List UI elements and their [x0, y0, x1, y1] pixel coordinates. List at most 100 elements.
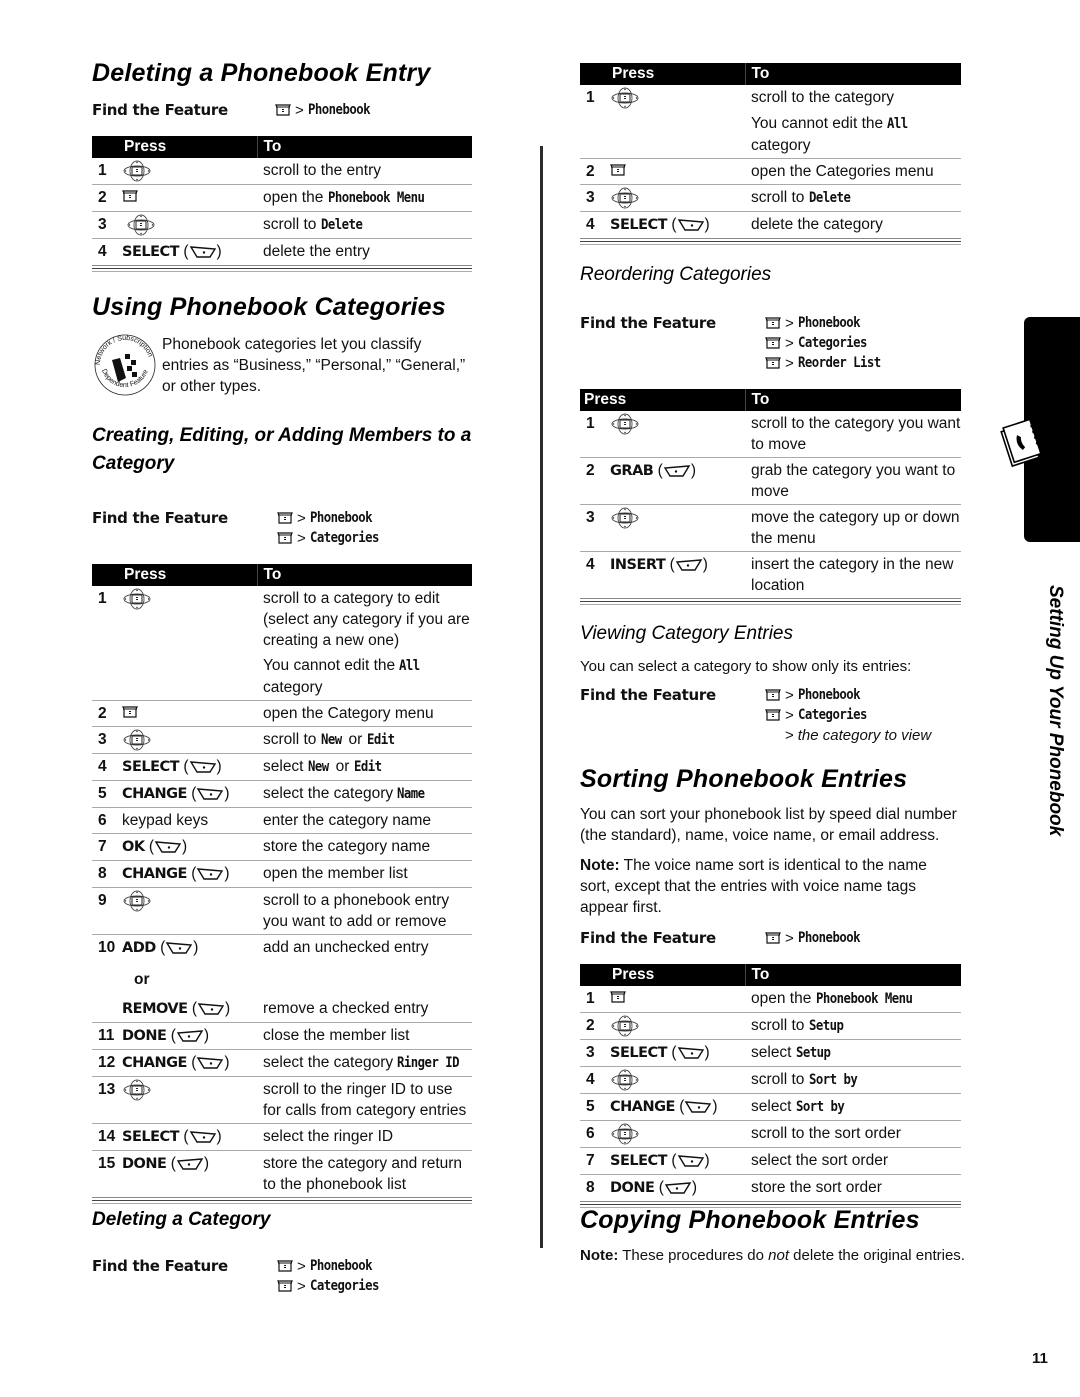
find-feature-label: Find the Feature — [580, 314, 716, 332]
nav-key-icon — [610, 1123, 640, 1145]
step-action: enter the category name — [257, 807, 472, 834]
right-soft-key-icon — [189, 245, 217, 259]
step-number: 12 — [92, 1049, 122, 1077]
table-row: 4 SELECT () delete the entry — [92, 238, 472, 266]
table-row: 10 ADD () add an unchecked entry — [92, 935, 472, 962]
subsection-title: Reordering Categories — [580, 264, 772, 285]
nav-key-icon — [610, 187, 640, 209]
menu-key-icon — [610, 164, 626, 176]
table-row: 1 scroll to the category — [580, 85, 961, 111]
right-soft-key-icon — [196, 1056, 224, 1070]
table-row: 3 scroll to Delete — [92, 211, 472, 239]
intro-block: Network / Subscription Dependent Feature… — [92, 332, 472, 397]
step-action: scroll to Sort by — [745, 1066, 961, 1094]
soft-key-label: DONE — [122, 1028, 167, 1044]
find-the-feature: Find the Feature > Phonebook — [580, 928, 961, 948]
svg-text:Dependent Feature: Dependent Feature — [100, 368, 150, 389]
step-number: 6 — [92, 807, 122, 834]
table-row: 1 scroll to the category you want to mov… — [580, 411, 961, 458]
menu-key-icon — [765, 317, 781, 329]
feature-path: > Phonebook — [765, 928, 868, 948]
feature-path: > Reorder List — [765, 353, 892, 373]
subsection-title: Viewing Category Entries — [580, 623, 793, 644]
step-number: 4 — [580, 211, 610, 239]
soft-key-label: OK — [122, 839, 145, 855]
nav-key-icon — [122, 160, 152, 182]
left-soft-key-icon — [176, 1157, 204, 1171]
step-action: open the Phonebook Menu — [745, 986, 961, 1013]
menu-item: Phonebook — [309, 510, 373, 526]
step-number: 3 — [92, 211, 122, 239]
soft-key-label: SELECT — [122, 759, 180, 775]
section-title: Sorting Phonebook Entries — [580, 765, 908, 793]
feature-path: > Phonebook — [277, 1256, 388, 1276]
step-action: scroll to the ringer ID to use for calls… — [257, 1076, 472, 1124]
feature-path: > Phonebook — [765, 313, 892, 333]
to-header: To — [751, 966, 770, 983]
nav-key-icon — [610, 507, 640, 529]
table-row: 1 open the Phonebook Menu — [580, 986, 961, 1013]
step-action: store the category and return to the pho… — [257, 1150, 472, 1198]
menu-item: Categories — [309, 1278, 379, 1294]
nav-key-icon — [122, 588, 152, 610]
menu-item: Phonebook — [797, 930, 861, 946]
step-number: 3 — [580, 504, 610, 552]
nav-key-icon — [610, 413, 640, 435]
right-soft-key-icon — [196, 867, 224, 881]
find-the-feature: Find the Feature > Phonebook > Categories … — [580, 313, 961, 373]
nav-key-icon — [126, 214, 156, 236]
step-number: 1 — [98, 590, 107, 607]
steps-table: Press To 1 scroll to the category you wa… — [580, 389, 961, 599]
menu-item: Categories — [309, 530, 379, 546]
section-using-categories: Using Phonebook Categories Network / Sub… — [92, 292, 472, 398]
step-action: select Setup — [745, 1039, 961, 1067]
soft-key-label: INSERT — [610, 557, 666, 573]
step-number: 11 — [92, 1022, 122, 1050]
note-text: Note: These procedures do not delete the… — [580, 1247, 965, 1264]
or-label: or — [134, 971, 150, 988]
table-row: 3 scroll to Delete — [580, 184, 961, 212]
press-header: Press — [580, 389, 746, 411]
table-row: 7 SELECT () select the sort order — [580, 1147, 961, 1175]
table-header: Press To — [92, 136, 472, 158]
nav-key-icon — [122, 890, 152, 912]
nav-key-icon — [610, 87, 640, 109]
step-number: 6 — [580, 1120, 610, 1148]
to-header: To — [751, 391, 770, 408]
soft-key-label: SELECT — [122, 1129, 180, 1145]
section-viewing: Viewing Category Entries You can select … — [580, 620, 961, 745]
left-soft-key-icon — [675, 558, 703, 572]
table-row: 4 scroll to Sort by — [580, 1066, 961, 1094]
table-end-rule — [580, 601, 961, 605]
step-number: 4 — [92, 238, 122, 266]
step-note: You cannot edit the All category — [257, 653, 472, 701]
nav-key-icon — [122, 1079, 152, 1101]
step-action: scroll to the sort order — [745, 1120, 961, 1148]
network-subscription-dependent-feature-icon: Network / Subscription Dependent Feature — [94, 334, 156, 396]
step-number: 8 — [92, 860, 122, 888]
table-row: 14 SELECT () select the ringer ID — [92, 1123, 472, 1151]
feature-path: > Categories — [765, 705, 931, 725]
table-row: 6 scroll to the sort order — [580, 1120, 961, 1148]
step-action: open the Phonebook Menu — [257, 184, 472, 212]
table-row: You cannot edit the All category — [580, 111, 961, 159]
step-number: 15 — [92, 1150, 122, 1198]
step-action: scroll to the category you want to move — [745, 411, 961, 458]
menu-key-icon — [765, 689, 781, 701]
menu-item: Phonebook — [307, 102, 371, 118]
steps-table: Press To 1 scroll to the entry 2 open th… — [92, 136, 472, 266]
table-header: Press To — [92, 564, 472, 586]
menu-item: Phonebook — [797, 315, 861, 331]
soft-key-label: CHANGE — [122, 866, 187, 882]
subsection-title: Creating, Editing, or Adding Members to … — [92, 425, 472, 474]
feature-paths: > Phonebook > Categories > Reorder List — [765, 313, 892, 373]
step-number: 2 — [92, 700, 122, 727]
find-feature-label: Find the Feature — [580, 929, 716, 947]
table-row: 6 keypad keys enter the category name — [92, 807, 472, 834]
nav-key-icon — [122, 729, 152, 751]
step-action: grab the category you want to move — [745, 457, 961, 505]
menu-key-icon — [610, 991, 626, 1003]
nav-key-icon — [610, 1015, 640, 1037]
table-row: 11 DONE () close the member list — [92, 1022, 472, 1050]
right-soft-key-icon — [165, 941, 193, 955]
